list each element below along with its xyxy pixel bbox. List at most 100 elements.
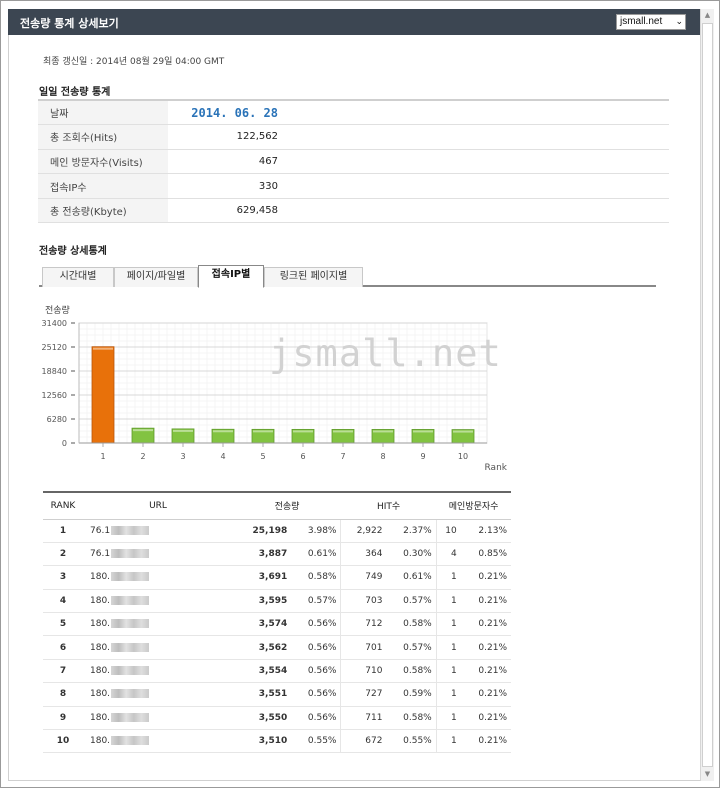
visits-percent-cell: 0.21% bbox=[460, 729, 511, 754]
daily-stats-row: 접속IP수 330 bbox=[38, 173, 669, 199]
bar-rank-1 bbox=[91, 346, 115, 444]
url-prefix: 180. bbox=[90, 642, 111, 653]
url-cell: 180. bbox=[83, 612, 233, 637]
daily-stats-row: 총 조회수(Hits) 122,562 bbox=[38, 124, 669, 150]
col-transfer-header: 전송량 bbox=[233, 492, 341, 520]
rank-cell: 2 bbox=[43, 542, 83, 567]
ranking-row: 2 76.1 3,887 0.61% 364 0.30% 4 0.85% bbox=[43, 542, 511, 567]
rank-cell: 6 bbox=[43, 635, 83, 660]
transfer-cell: 3,887 bbox=[233, 542, 292, 567]
url-prefix: 180. bbox=[90, 666, 111, 677]
transfer-cell: 25,198 bbox=[233, 519, 292, 543]
transfer-cell: 3,574 bbox=[233, 612, 292, 637]
daily-stats-value: 122,562 bbox=[168, 124, 278, 150]
visits-percent-cell: 2.13% bbox=[460, 519, 511, 543]
ip-ranking-table: RANK URL 전송량 HIT수 메인방문자수 1 76.1 25,198 3.98% 2,9… bbox=[43, 491, 511, 754]
y-tick-label: 6280 bbox=[47, 415, 67, 424]
transfer-by-ip-chart: 0 6280 12560 18840 25120 31400 jsmall.net 1 2 3 4 5… bbox=[42, 304, 508, 473]
redacted-address-block bbox=[111, 736, 150, 746]
hits-percent-cell: 2.37% bbox=[386, 519, 437, 543]
transfer-percent-cell: 0.61% bbox=[291, 542, 342, 567]
hits-cell: 2,922 bbox=[340, 519, 387, 543]
rank-cell: 3 bbox=[43, 565, 83, 590]
ranking-row: 3 180. 3,691 0.58% 749 0.61% 1 0.21% bbox=[43, 565, 511, 590]
url-cell: 180. bbox=[83, 729, 233, 754]
visits-cell: 1 bbox=[436, 729, 461, 754]
redacted-address-block bbox=[111, 525, 150, 535]
ranking-row: 7 180. 3,554 0.56% 710 0.58% 1 0.21% bbox=[43, 659, 511, 684]
y-tick-label: 0 bbox=[62, 439, 67, 448]
transfer-percent-cell: 0.56% bbox=[291, 706, 342, 731]
tab-by-time[interactable]: 시간대별 bbox=[42, 267, 114, 287]
url-cell: 76.1 bbox=[83, 519, 233, 543]
bar-highlight bbox=[333, 430, 353, 433]
hits-percent-cell: 0.61% bbox=[386, 565, 437, 590]
hits-cell: 712 bbox=[340, 612, 387, 637]
title-bar: 전송량 통계 상세보기 jsmall.net ⌄ bbox=[8, 9, 700, 35]
content-bottom-border bbox=[8, 780, 700, 781]
ranking-row: 9 180. 3,550 0.56% 711 0.58% 1 0.21% bbox=[43, 706, 511, 731]
x-tick-label: 7 bbox=[340, 452, 345, 461]
ranking-row: 5 180. 3,574 0.56% 712 0.58% 1 0.21% bbox=[43, 612, 511, 637]
rank-cell: 5 bbox=[43, 612, 83, 637]
transfer-cell: 3,595 bbox=[233, 589, 292, 614]
y-axis-label: 전송량 bbox=[45, 304, 70, 316]
transfer-percent-cell: 0.56% bbox=[291, 659, 342, 684]
bar-highlight bbox=[253, 430, 273, 433]
daily-stats-spacer bbox=[278, 124, 669, 150]
hits-cell: 710 bbox=[340, 659, 387, 684]
hits-percent-cell: 0.55% bbox=[386, 729, 437, 754]
scrollbar-thumb[interactable] bbox=[702, 23, 713, 767]
rank-cell: 8 bbox=[43, 682, 83, 707]
bar-highlight bbox=[133, 429, 153, 432]
transfer-cell: 3,562 bbox=[233, 635, 292, 660]
tab-by-page-file[interactable]: 페이지/파일별 bbox=[114, 267, 198, 287]
visits-cell: 1 bbox=[436, 635, 461, 660]
bar-highlight bbox=[413, 430, 433, 433]
transfer-cell: 3,510 bbox=[233, 729, 292, 754]
scroll-up-arrow-icon[interactable]: ▲ bbox=[701, 9, 714, 22]
redacted-address-block bbox=[111, 689, 150, 699]
tab-by-referrer[interactable]: 링크된 페이지별 bbox=[264, 267, 363, 287]
daily-stats-table: 날짜 2014. 06. 28 총 조회수(Hits) 122,562 메인 방문자수(… bbox=[38, 99, 669, 224]
url-prefix: 180. bbox=[90, 619, 111, 630]
hits-percent-cell: 0.57% bbox=[386, 635, 437, 660]
rank-cell: 1 bbox=[43, 519, 83, 543]
daily-stats-spacer bbox=[278, 173, 669, 199]
hits-cell: 364 bbox=[340, 542, 387, 567]
rank-cell: 9 bbox=[43, 706, 83, 731]
x-tick-label: 1 bbox=[100, 452, 105, 461]
visits-percent-cell: 0.21% bbox=[460, 612, 511, 637]
daily-stats-value: 330 bbox=[168, 173, 278, 199]
url-cell: 76.1 bbox=[83, 542, 233, 567]
daily-stats-label: 접속IP수 bbox=[38, 173, 168, 199]
col-visits-header: 메인방문자수 bbox=[436, 492, 511, 520]
site-select[interactable]: jsmall.net ⌄ bbox=[616, 14, 686, 30]
vertical-scrollbar[interactable]: ▲ ▼ bbox=[700, 9, 714, 781]
transfer-percent-cell: 0.57% bbox=[291, 589, 342, 614]
bar-highlight bbox=[93, 347, 113, 350]
transfer-percent-cell: 0.58% bbox=[291, 565, 342, 590]
hits-cell: 749 bbox=[340, 565, 387, 590]
transfer-percent-cell: 0.55% bbox=[291, 729, 342, 754]
scroll-down-arrow-icon[interactable]: ▼ bbox=[701, 768, 714, 781]
bar-highlight bbox=[373, 430, 393, 433]
daily-stats-row: 총 전송량(Kbyte) 629,458 bbox=[38, 198, 669, 224]
last-updated-text: 최종 갱신일 : 2014년 08월 29일 04:00 GMT bbox=[43, 57, 225, 67]
hits-percent-cell: 0.58% bbox=[386, 659, 437, 684]
url-cell: 180. bbox=[83, 589, 233, 614]
bar-highlight bbox=[173, 429, 193, 432]
window-title: 전송량 통계 상세보기 bbox=[20, 17, 119, 30]
url-cell: 180. bbox=[83, 635, 233, 660]
hits-cell: 672 bbox=[340, 729, 387, 754]
hits-percent-cell: 0.57% bbox=[386, 589, 437, 614]
chevron-down-icon: ⌄ bbox=[675, 16, 683, 26]
daily-stats-spacer bbox=[278, 149, 669, 175]
visits-percent-cell: 0.21% bbox=[460, 565, 511, 590]
redacted-address-block bbox=[111, 619, 150, 629]
hits-cell: 711 bbox=[340, 706, 387, 731]
watermark-text: jsmall.net bbox=[269, 332, 502, 375]
redacted-address-block bbox=[111, 712, 150, 722]
tab-by-ip[interactable]: 접속IP별 bbox=[198, 265, 264, 288]
ranking-row: 6 180. 3,562 0.56% 701 0.57% 1 0.21% bbox=[43, 635, 511, 660]
